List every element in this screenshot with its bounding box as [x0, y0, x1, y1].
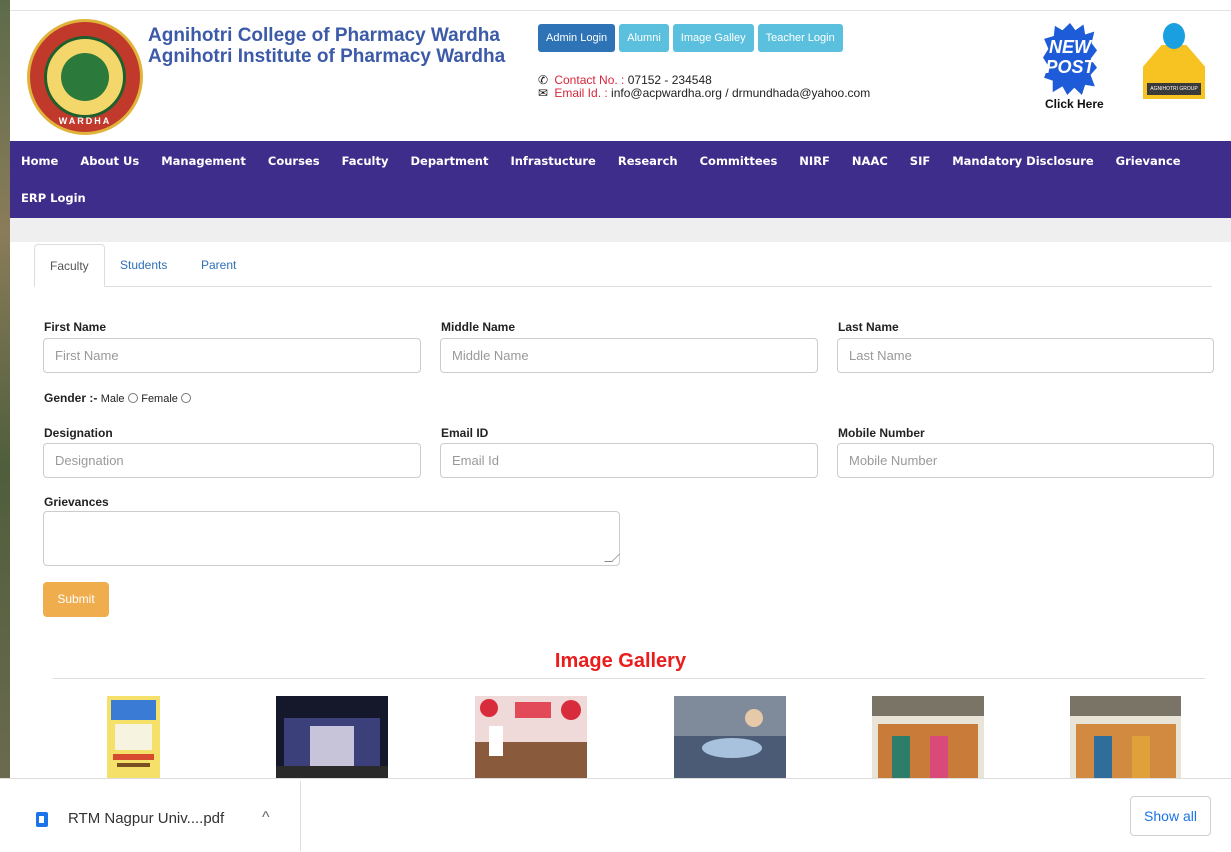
- gender-field: Gender :- Male Female: [44, 391, 192, 405]
- group-logo-text: AGNIHOTRI GROUP: [1147, 83, 1201, 95]
- logo-text: WARDHA: [58, 116, 112, 126]
- group-photo-image: [872, 696, 984, 778]
- show-all-button[interactable]: Show all: [1130, 796, 1211, 836]
- nav-courses[interactable]: Courses: [257, 151, 331, 171]
- gender-female-radio[interactable]: [181, 393, 192, 403]
- gender-male-radio[interactable]: [127, 393, 138, 403]
- download-file-name[interactable]: RTM Nagpur Univ....pdf: [68, 810, 224, 827]
- nav-naac[interactable]: NAAC: [841, 151, 899, 171]
- gender-label: Gender :-: [44, 391, 98, 405]
- nav-nirf[interactable]: NIRF: [788, 151, 841, 171]
- contact-phone-value: 07152 - 234548: [627, 73, 712, 87]
- gallery-thumb-5[interactable]: [872, 696, 984, 778]
- agnihotri-group-logo: AGNIHOTRI GROUP: [1143, 23, 1207, 103]
- group-photo-image: [1070, 696, 1181, 778]
- gallery-thumb-4[interactable]: [674, 696, 786, 778]
- college-name-line2: Agnihotri Institute of Pharmacy Wardha: [148, 46, 506, 67]
- designation-label: Designation: [44, 426, 113, 440]
- gallery-title: Image Gallery: [554, 650, 687, 672]
- site-header: WARDHA Agnihotri College of Pharmacy War…: [10, 11, 1231, 141]
- nav-mandatory-disclosure[interactable]: Mandatory Disclosure: [941, 151, 1104, 171]
- first-name-label: First Name: [44, 320, 107, 334]
- last-name-label: Last Name: [838, 320, 899, 334]
- caduceus-icon: [61, 53, 109, 101]
- night-building-image: [276, 696, 388, 778]
- college-name: Agnihotri College of Pharmacy Wardha Agn…: [148, 25, 505, 67]
- teacher-login-button[interactable]: Teacher Login: [757, 24, 843, 52]
- background-strip: [0, 0, 10, 778]
- nav-research[interactable]: Research: [607, 151, 689, 171]
- contact-phone-label: Contact No. :: [554, 73, 625, 87]
- mobile-label: Mobile Number: [838, 426, 925, 440]
- middle-name-label: Middle Name: [441, 320, 516, 334]
- first-name-input[interactable]: First Name: [43, 338, 421, 373]
- image-gallery-button[interactable]: Image Galley: [672, 24, 754, 52]
- gender-male-label: Male: [100, 393, 125, 405]
- contact-email-value[interactable]: info@acpwardha.org / drmundhada@yahoo.co…: [611, 86, 870, 100]
- nav-about-us[interactable]: About Us: [69, 151, 150, 171]
- contact-email: ✉ Email Id. : info@acpwardha.org / drmun…: [538, 87, 870, 100]
- nav-grievance[interactable]: Grievance: [1105, 151, 1192, 171]
- new-post-text: NEW POST: [1043, 37, 1097, 77]
- nav-infrastructure[interactable]: Infrastucture: [499, 151, 606, 171]
- admin-login-button[interactable]: Admin Login: [538, 24, 616, 52]
- section-spacer: [10, 218, 1231, 242]
- grievances-textarea[interactable]: [43, 511, 620, 566]
- user-type-tabs: Faculty Students Parent: [34, 244, 1212, 287]
- mobile-input[interactable]: Mobile Number: [837, 443, 1214, 478]
- gallery-thumb-1[interactable]: [107, 696, 160, 778]
- nav-row-2: ERP Login: [10, 188, 97, 208]
- nav-faculty[interactable]: Faculty: [331, 151, 400, 171]
- gallery-thumb-6[interactable]: [1070, 696, 1181, 778]
- nav-home[interactable]: Home: [10, 151, 69, 171]
- contact-info: ✆ Contact No. : 07152 - 234548 ✉ Email I…: [538, 74, 870, 100]
- new-post-click-here[interactable]: Click Here: [1045, 97, 1104, 111]
- college-logo[interactable]: WARDHA: [27, 19, 143, 135]
- email-input[interactable]: Email Id: [440, 443, 818, 478]
- download-bar: RTM Nagpur Univ....pdf ^ Show all: [0, 778, 1231, 852]
- nav-management[interactable]: Management: [150, 151, 257, 171]
- tab-parent[interactable]: Parent: [186, 244, 251, 287]
- gallery-thumb-2[interactable]: [276, 696, 388, 778]
- new-post-line1: NEW: [1049, 37, 1091, 57]
- designation-input[interactable]: Designation: [43, 443, 421, 478]
- gender-female-label: Female: [141, 393, 178, 405]
- poster-image: [107, 696, 160, 778]
- last-name-input[interactable]: Last Name: [837, 338, 1214, 373]
- middle-name-input[interactable]: Middle Name: [440, 338, 818, 373]
- chevron-up-icon[interactable]: ^: [262, 809, 270, 827]
- group-logo-head: [1163, 23, 1185, 49]
- blood-donation-image: [674, 696, 786, 778]
- grievances-label: Grievances: [44, 495, 109, 509]
- gallery-divider: [53, 678, 1205, 679]
- pdf-file-icon: [36, 812, 48, 827]
- submit-button[interactable]: Submit: [43, 582, 109, 617]
- envelope-icon: ✉: [538, 86, 549, 100]
- college-name-line1: Agnihotri College of Pharmacy Wardha: [148, 25, 500, 46]
- header-buttons: Admin Login Alumni Image Galley Teacher …: [538, 24, 843, 52]
- nav-committees[interactable]: Committees: [689, 151, 789, 171]
- nav-row-1: Home About Us Management Courses Faculty…: [10, 151, 1192, 171]
- contact-email-label: Email Id. :: [554, 86, 608, 100]
- gallery-thumb-3[interactable]: [475, 696, 587, 778]
- email-label: Email ID: [441, 426, 489, 440]
- main-nav: Home About Us Management Courses Faculty…: [10, 141, 1231, 218]
- resize-handle-icon[interactable]: [604, 554, 620, 562]
- alumni-button[interactable]: Alumni: [619, 24, 669, 52]
- tab-faculty[interactable]: Faculty: [34, 244, 105, 287]
- event-stage-image: [475, 696, 587, 778]
- new-post-banner[interactable]: NEW POST Click Here: [1043, 23, 1104, 111]
- nav-erp-login[interactable]: ERP Login: [10, 188, 97, 208]
- download-separator: [300, 781, 301, 851]
- nav-department[interactable]: Department: [399, 151, 499, 171]
- logo-emblem: [44, 36, 126, 118]
- nav-sif[interactable]: SIF: [899, 151, 941, 171]
- new-post-line2: POST: [1045, 57, 1095, 77]
- tab-students[interactable]: Students: [105, 244, 182, 287]
